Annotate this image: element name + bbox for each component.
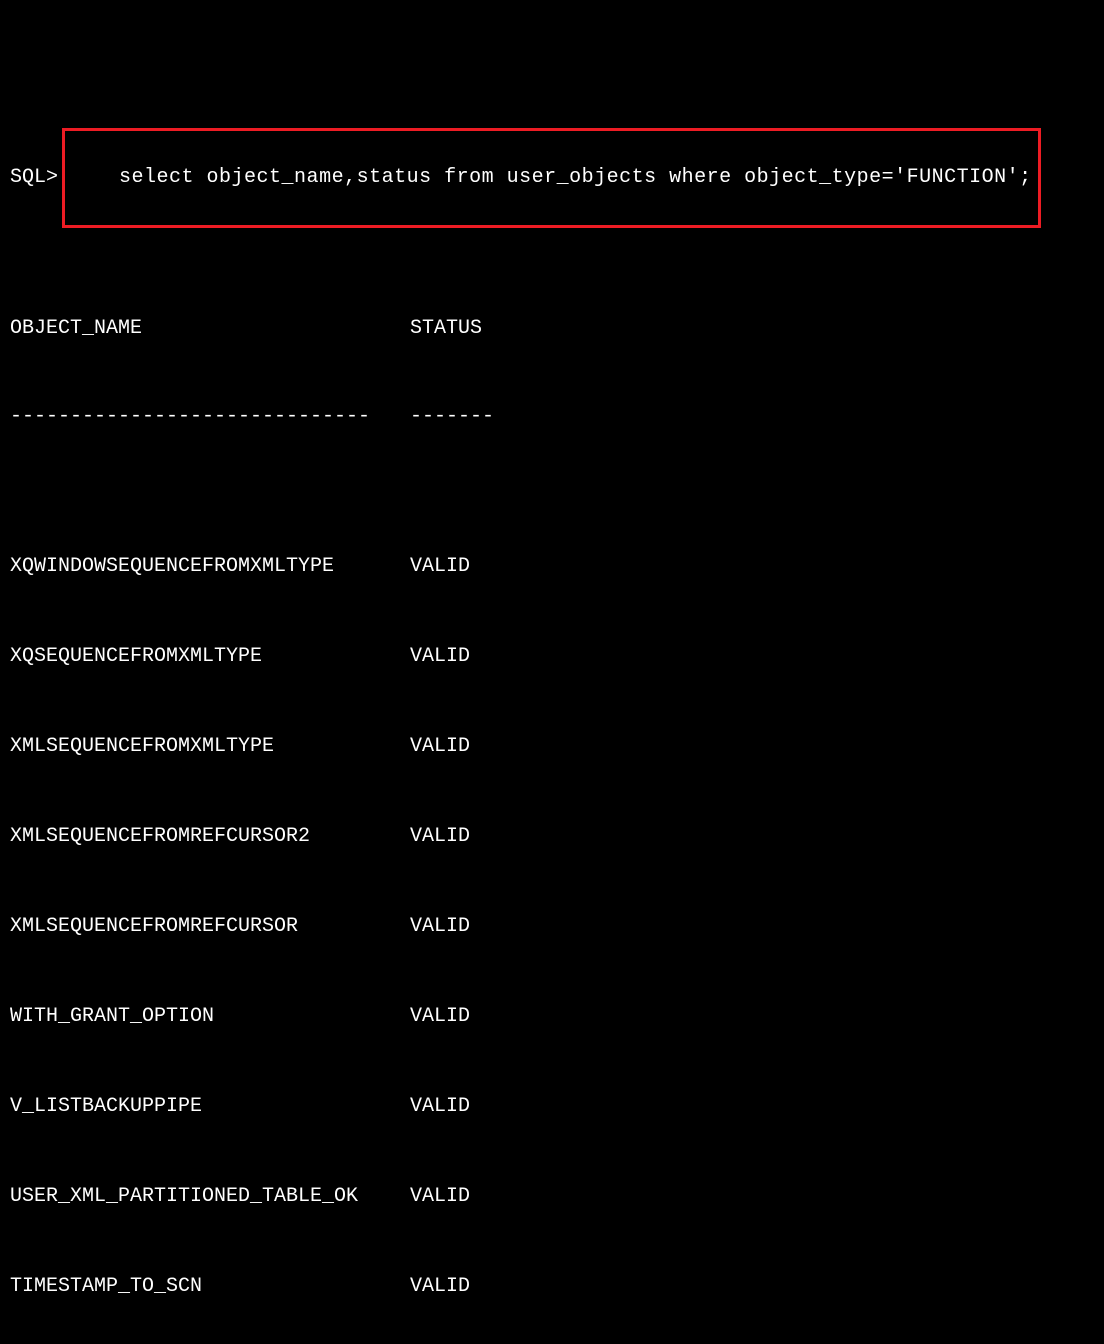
cell-object-name: WITH_GRANT_OPTION [10,1002,410,1032]
results-divider-row: ------------------------------ ------- [10,402,1094,432]
column-header-object-name: OBJECT_NAME [10,314,410,344]
table-row: TIMESTAMP_TO_SCNVALID [10,1272,1094,1302]
cell-status: VALID [410,732,610,762]
cell-object-name: USER_XML_PARTITIONED_TABLE_OK [10,1182,410,1212]
cell-status: VALID [410,822,610,852]
table-row: V_LISTBACKUPPIPEVALID [10,1092,1094,1122]
table-row: XMLSEQUENCEFROMXMLTYPEVALID [10,732,1094,762]
query-highlight-box: select object_name,status from user_obje… [62,128,1041,228]
divider-status: ------- [410,402,610,432]
column-header-status: STATUS [410,314,610,344]
cell-status: VALID [410,1092,610,1122]
cell-object-name: V_LISTBACKUPPIPE [10,1092,410,1122]
cell-status: VALID [410,1272,610,1302]
table-row: XQSEQUENCEFROMXMLTYPEVALID [10,642,1094,672]
table-row: WITH_GRANT_OPTIONVALID [10,1002,1094,1032]
table-row: XMLSEQUENCEFROMREFCURSORVALID [10,912,1094,942]
cell-object-name: XQSEQUENCEFROMXMLTYPE [10,642,410,672]
cell-status: VALID [410,642,610,672]
results-body: XQWINDOWSEQUENCEFROMXMLTYPEVALID XQSEQUE… [10,492,1094,1344]
cell-object-name: XMLSEQUENCEFROMXMLTYPE [10,732,410,762]
sql-prompt-line: SQL> select object_name,status from user… [10,128,1094,228]
table-row: USER_XML_PARTITIONED_TABLE_OKVALID [10,1182,1094,1212]
cell-object-name: XMLSEQUENCEFROMREFCURSOR [10,912,410,942]
cell-status: VALID [410,912,610,942]
cell-object-name: XQWINDOWSEQUENCEFROMXMLTYPE [10,552,410,582]
table-row: XMLSEQUENCEFROMREFCURSOR2VALID [10,822,1094,852]
cell-status: VALID [410,1182,610,1212]
cell-status: VALID [410,552,610,582]
table-row: XQWINDOWSEQUENCEFROMXMLTYPEVALID [10,552,1094,582]
sql-query-text: select object_name,status from user_obje… [119,166,1032,189]
divider-object-name: ------------------------------ [10,402,410,432]
cell-object-name: XMLSEQUENCEFROMREFCURSOR2 [10,822,410,852]
results-header-row: OBJECT_NAME STATUS [10,314,1094,344]
sql-prompt-label: SQL> [10,163,58,193]
cell-object-name: TIMESTAMP_TO_SCN [10,1272,410,1302]
cell-status: VALID [410,1002,610,1032]
